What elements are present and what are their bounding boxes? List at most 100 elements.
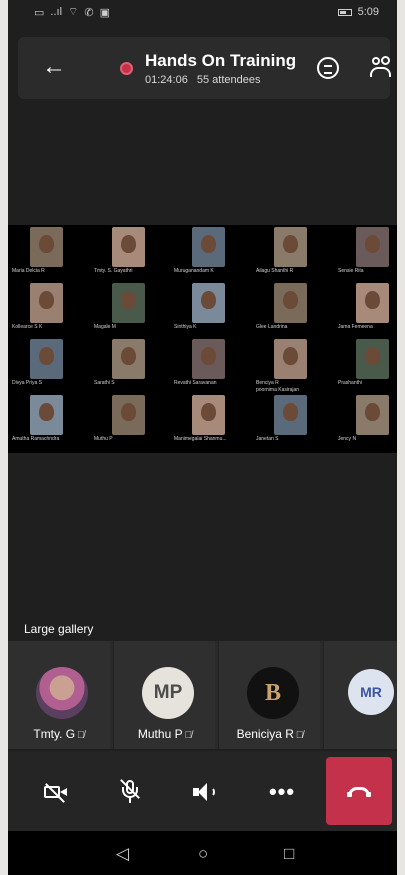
shared-video-tile: Prashanthi (338, 339, 397, 391)
signal-indicator: ..ıl (50, 6, 63, 18)
mic-toggle-button[interactable] (106, 759, 154, 825)
video-thumbnail (30, 283, 63, 323)
tile-name: Jama Femeena (338, 324, 373, 330)
mic-off-icon: 🎙̸ (77, 730, 85, 741)
mic-off-icon (120, 779, 140, 804)
tile-name: Sarathi S (94, 380, 115, 386)
sim-icon: ▭ (34, 6, 45, 19)
shared-video-tile: Sensie Rita (338, 227, 397, 279)
participant-name: Tmty. G (33, 727, 76, 741)
camera-off-icon (44, 783, 68, 803)
shared-video-tile: Muruganandam K (174, 227, 244, 279)
tile-name: Kollearce S K (12, 324, 43, 330)
phone-screen: ▭ ..ıl ⌔ ✆ ▣ 5:09 ← Hands On Training 01… (8, 0, 397, 875)
tile-name: Jency N (338, 436, 357, 442)
video-thumbnail (30, 395, 63, 435)
shared-video-tile: Muthu P (94, 395, 164, 447)
tile-name: Sinthiya K (174, 324, 197, 330)
nav-recent-icon[interactable]: □ (284, 844, 294, 864)
participant-card[interactable]: Tmty. G 🎙̸ (8, 641, 110, 749)
hang-up-button[interactable] (326, 757, 392, 825)
call-icon: ✆ (84, 6, 94, 19)
shared-video-tile: Ailagu Shanthi R (256, 227, 326, 279)
shared-video-tile: Magale M (94, 283, 164, 335)
participant-strip[interactable]: Tmty. G 🎙̸ MP Muthu P 🎙̸ B Beniciya R 🎙̸ MR (8, 641, 397, 749)
shared-video-tile: Maria Delcia R (12, 227, 82, 279)
tile-name: Janetan S (256, 436, 279, 442)
status-bar: ▭ ..ıl ⌔ ✆ ▣ 5:09 (8, 0, 397, 24)
participant-name: Beniciya R (236, 727, 294, 741)
nav-home-icon[interactable]: ○ (198, 844, 208, 864)
avatar (36, 667, 88, 719)
mic-off-icon: 🎙̸ (184, 730, 193, 741)
tile-name: Tmty. S. Gayathri (94, 268, 133, 274)
meeting-title: Hands On Training (145, 51, 297, 70)
tile-name: Muthu P (94, 436, 113, 442)
attendee-count: 55 attendees (196, 74, 261, 86)
video-thumbnail (274, 395, 307, 435)
tile-name: Glee Landrina (256, 324, 288, 330)
tile-name: Revathi Saravanan (174, 380, 217, 386)
shared-video-tile: Revathi Saravanan (174, 339, 244, 391)
avatar: B (247, 667, 299, 719)
video-thumbnail (112, 395, 145, 435)
video-thumbnail (30, 339, 63, 379)
gallery-label: Large gallery (24, 622, 94, 636)
video-thumbnail (112, 227, 145, 267)
android-nav-bar: ◁ ○ □ (8, 831, 397, 875)
video-thumbnail (30, 227, 63, 267)
hang-up-icon (347, 786, 371, 797)
shared-video-tile: Glee Landrina (256, 283, 326, 335)
mic-off-icon: 🎙̸ (295, 730, 304, 741)
tile-name: Muruganandam K (174, 268, 214, 274)
shared-video-tile: Jama Femeena (338, 283, 397, 335)
video-thumbnail (274, 283, 307, 323)
shared-video-tile: Sarathi S (94, 339, 164, 391)
video-thumbnail (274, 339, 307, 379)
tile-name: Magale M (94, 324, 116, 330)
video-thumbnail (112, 283, 145, 323)
tile-name: Manimegalai Shanmu... (174, 436, 227, 442)
camera-toggle-button[interactable] (32, 759, 80, 825)
tile-name: Prashanthi (338, 380, 362, 386)
call-controls: ••• (8, 751, 397, 831)
tile-name: Sensie Rita (338, 268, 364, 274)
video-thumbnail (274, 227, 307, 267)
back-arrow-icon[interactable]: ← (42, 55, 66, 79)
meeting-meta: 01:24:06 55 attendees (145, 74, 267, 86)
wifi-icon: ⌔ (68, 6, 79, 18)
participants-icon[interactable] (370, 55, 392, 79)
clock: 5:09 (357, 6, 379, 18)
shared-video-tile: Sinthiya K (174, 283, 244, 335)
shared-screen: Maria Delcia R Tmty. S. Gayathri Muruganan… (8, 225, 397, 453)
tile-name: Amutha Ramachndra (12, 436, 60, 442)
tile-name: Divya Priya S (12, 380, 43, 386)
tile-name: poornima Kasirajan (256, 387, 300, 393)
battery-icon (337, 8, 352, 16)
recording-icon (120, 62, 133, 75)
participant-card[interactable]: MP Muthu P 🎙̸ (113, 641, 215, 749)
meeting-duration: 01:24:06 (145, 74, 188, 86)
shared-video-tile: Divya Priya S (12, 339, 82, 391)
avatar: MP (142, 667, 194, 719)
meeting-header: ← Hands On Training 01:24:06 55 attendee… (18, 37, 392, 99)
nav-back-icon[interactable]: ◁ (116, 844, 129, 864)
shared-video-tile: Jency N (338, 395, 397, 447)
shared-video-tile: Kollearce S K (12, 283, 82, 335)
participant-card[interactable]: MR (323, 641, 397, 749)
avatar: MR (348, 669, 394, 715)
video-thumbnail (356, 395, 389, 435)
gallery-icon: ▣ (99, 6, 110, 19)
more-options-button[interactable]: ••• (258, 759, 306, 825)
chat-icon[interactable] (317, 57, 339, 79)
participant-card[interactable]: B Beniciya R 🎙̸ (218, 641, 320, 749)
video-thumbnail (356, 339, 389, 379)
speaker-button[interactable] (182, 759, 230, 825)
video-thumbnail (356, 227, 389, 267)
shared-video-tile: Janetan S (256, 395, 326, 447)
video-thumbnail (192, 227, 225, 267)
video-thumbnail (112, 339, 145, 379)
shared-video-tile: Amutha Ramachndra (12, 395, 82, 447)
video-thumbnail (192, 395, 225, 435)
shared-video-tile: Tmty. S. Gayathri (94, 227, 164, 279)
